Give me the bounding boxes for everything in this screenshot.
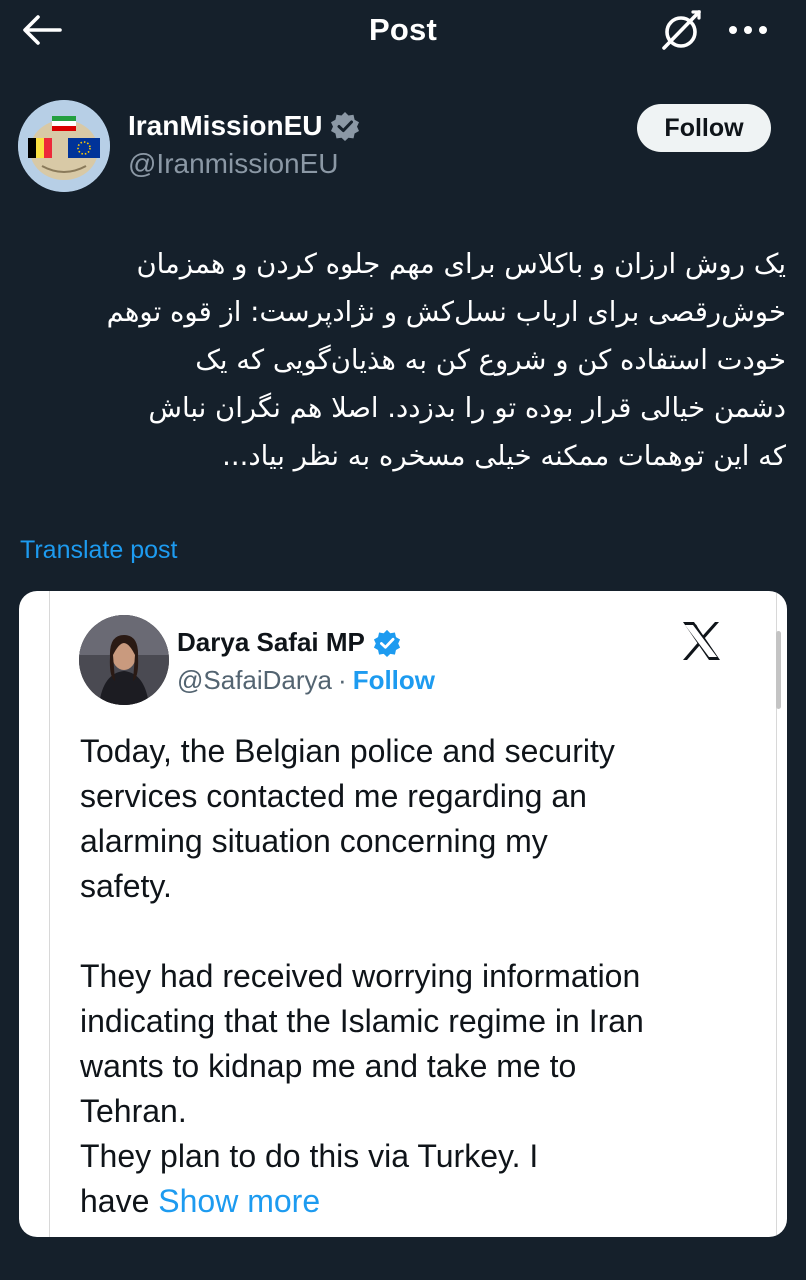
more-options-button[interactable] (722, 8, 774, 52)
show-more-link: Show more (158, 1183, 321, 1219)
embedded-text-line: They plan to do this via Turkey. I (80, 1138, 539, 1174)
separator-dot: · (338, 665, 347, 695)
post-detail-screen: Post IranMissionEU @IranmissionEU Follow… (0, 0, 806, 1280)
embedded-handle-row: @SafaiDarya · Follow (177, 665, 435, 696)
embedded-author-name: Darya Safai MP (177, 627, 401, 658)
post-text: یک روش ارزان و باکلاس برای مهم جلوه کردن… (20, 240, 786, 480)
author-avatar[interactable] (18, 100, 110, 192)
top-bar: Post (0, 0, 806, 62)
embedded-text-line: services contacted me regarding an (80, 778, 587, 814)
post-text-line: خوش‌رقصی برای ارباب نسل‌کش و نژادپرست: ا… (106, 296, 786, 328)
embedded-tweet-text: Today, the Belgian police and security s… (80, 729, 760, 1224)
grok-icon (662, 10, 701, 50)
attached-image[interactable]: Darya Safai MP @SafaiDarya · Follow Toda… (19, 591, 787, 1237)
verified-badge-icon (330, 111, 360, 141)
person-photo-icon (79, 615, 169, 705)
embedded-verified-badge-icon (373, 629, 401, 657)
author-name[interactable]: IranMissionEU (128, 110, 360, 142)
embedded-author-name-text: Darya Safai MP (177, 627, 365, 657)
embedded-author-avatar (79, 615, 169, 705)
follow-button[interactable]: Follow (637, 104, 771, 152)
post-text-line: خودت استفاده کن و شروع کن به هذیان‌گویی … (195, 344, 786, 376)
grok-button[interactable] (656, 8, 708, 52)
embedded-text-blank-line (80, 909, 760, 954)
embedded-text-line: safety. (80, 868, 172, 904)
embedded-author-handle: @SafaiDarya (177, 665, 333, 695)
embedded-text-line: They had received worrying information (80, 958, 641, 994)
post-text-line: یک روش ارزان و باکلاس برای مهم جلوه کردن… (136, 248, 786, 280)
embedded-text-line: alarming situation concerning my (80, 823, 548, 859)
post-text-line: دشمن خیالی قرار بوده تو را بدزدد. اصلا ه… (148, 392, 786, 424)
mission-logo-icon (18, 100, 110, 192)
author-name-text: IranMissionEU (128, 110, 323, 141)
translate-post-link[interactable]: Translate post (20, 536, 177, 565)
x-logo-icon (683, 622, 720, 660)
embedded-text-line: Today, the Belgian police and security (80, 733, 615, 769)
author-handle: @IranmissionEU (128, 148, 339, 179)
embedded-text-line: Tehran. (80, 1093, 187, 1129)
embedded-text-last-prefix: have (80, 1183, 150, 1219)
post-text-line: که این توهمات ممکنه خیلی مسخره به نظر بی… (222, 440, 786, 472)
more-icon (729, 26, 767, 34)
embedded-text-line: indicating that the Islamic regime in Ir… (80, 1003, 644, 1039)
embedded-follow-link: Follow (352, 665, 436, 695)
scrollbar (776, 631, 781, 709)
embedded-text-last-line: have Show more (80, 1179, 760, 1224)
embedded-text-line: wants to kidnap me and take me to (80, 1048, 577, 1084)
